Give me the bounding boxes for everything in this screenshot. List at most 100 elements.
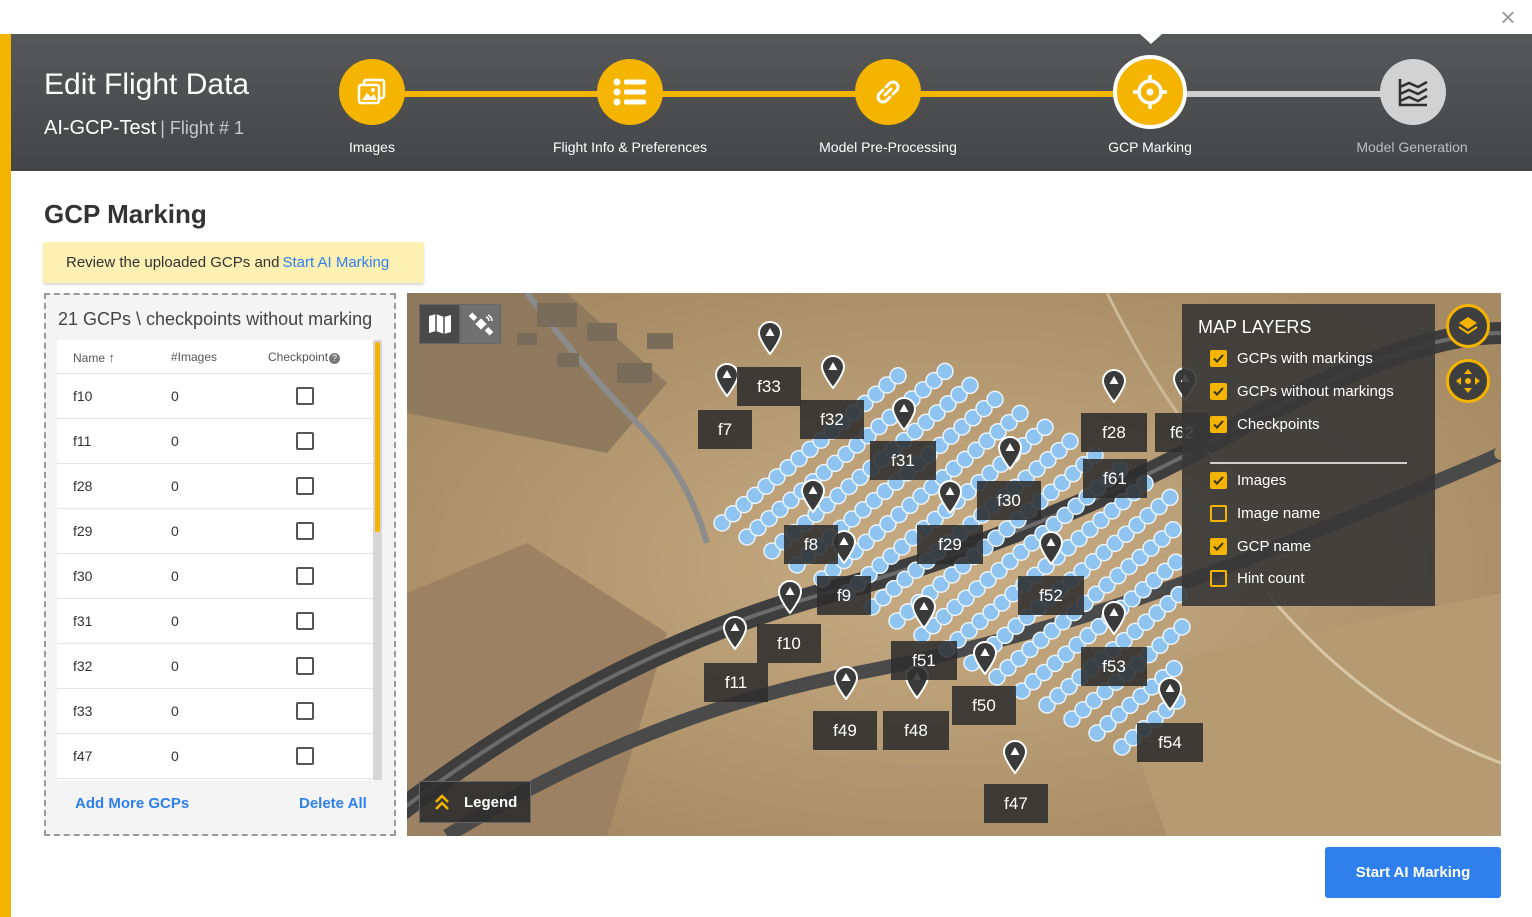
gcp-name-label[interactable]: f30: [977, 481, 1041, 520]
layer-checkbox[interactable]: [1210, 471, 1227, 489]
gcp-pin-icon[interactable]: [757, 321, 783, 356]
table-row[interactable]: f30 0: [57, 554, 373, 599]
layer-checkbox[interactable]: [1210, 349, 1227, 367]
layer-toggle[interactable]: Checkpoints: [1210, 414, 1320, 434]
gcp-name-label[interactable]: f29: [917, 525, 983, 564]
gcp-pin-icon[interactable]: [891, 397, 917, 432]
gcp-name-label[interactable]: f31: [870, 441, 936, 480]
image-marker[interactable]: [1036, 418, 1054, 437]
checkpoint-checkbox[interactable]: [296, 567, 314, 585]
gcp-name-label[interactable]: f48: [883, 711, 949, 750]
table-row[interactable]: f47 0: [57, 734, 373, 779]
layer-checkbox[interactable]: [1210, 569, 1227, 587]
gcp-name-label[interactable]: f9: [817, 576, 871, 615]
checkpoint-checkbox[interactable]: [296, 747, 314, 765]
gcp-name-label[interactable]: f33: [737, 367, 801, 406]
notice-start-ai-link[interactable]: Start AI Marking: [282, 254, 389, 271]
layer-toggle[interactable]: Images: [1210, 470, 1286, 490]
step-images[interactable]: [339, 59, 405, 125]
image-marker[interactable]: [986, 390, 1004, 409]
start-ai-marking-button[interactable]: Start AI Marking: [1325, 847, 1501, 898]
gcp-pin-icon[interactable]: [997, 436, 1023, 471]
layer-toggle[interactable]: Hint count: [1210, 568, 1305, 588]
delete-all-button[interactable]: Delete All: [299, 795, 367, 812]
layer-checkbox[interactable]: [1210, 504, 1227, 522]
layer-checkbox[interactable]: [1210, 537, 1227, 555]
gcp-name-label[interactable]: f53: [1081, 647, 1147, 686]
scrollbar-thumb[interactable]: [375, 342, 380, 532]
image-marker[interactable]: [1061, 432, 1079, 451]
layer-checkbox[interactable]: [1210, 382, 1227, 400]
checkpoint-checkbox[interactable]: [296, 612, 314, 630]
layer-toggle[interactable]: GCPs without markings: [1210, 381, 1394, 401]
gcp-name-label[interactable]: f10: [757, 624, 821, 663]
checkpoint-checkbox[interactable]: [296, 702, 314, 720]
gcp-pin-icon[interactable]: [777, 580, 803, 615]
recenter-button[interactable]: [1446, 359, 1490, 403]
gcp-name-label[interactable]: f52: [1018, 576, 1084, 615]
table-row[interactable]: f10 0: [57, 374, 373, 419]
layer-toggle[interactable]: GCP name: [1210, 536, 1311, 556]
table-row[interactable]: f33 0: [57, 689, 373, 734]
gcp-pin-icon[interactable]: [1002, 740, 1028, 775]
gcp-pin-icon[interactable]: [800, 479, 826, 514]
table-scrollbar[interactable]: [373, 340, 382, 780]
gcp-name-label[interactable]: f11: [704, 663, 768, 702]
image-marker[interactable]: [889, 367, 907, 385]
checkpoint-checkbox[interactable]: [296, 657, 314, 675]
table-row[interactable]: f29 0: [57, 509, 373, 554]
table-row[interactable]: f11 0: [57, 419, 373, 464]
close-icon[interactable]: ×: [1496, 4, 1520, 30]
map-view[interactable]: f33f7f32f31f28f62f61f30f8f29f9f52f10f51f…: [407, 293, 1501, 836]
image-marker[interactable]: [936, 362, 954, 381]
gcp-pin-icon[interactable]: [722, 616, 748, 651]
header: Edit Flight Data AI-GCP-Test | Flight # 1…: [11, 34, 1532, 171]
map-view-button[interactable]: [419, 304, 460, 344]
gcp-name-label[interactable]: f61: [1083, 459, 1147, 498]
layers-toggle-button[interactable]: [1446, 304, 1490, 348]
gcp-name-label[interactable]: f7: [698, 410, 752, 449]
gcp-name-label[interactable]: f47: [984, 784, 1048, 823]
image-marker[interactable]: [1164, 521, 1182, 539]
satellite-view-button[interactable]: [460, 304, 501, 344]
table-row[interactable]: f28 0: [57, 464, 373, 509]
step-gcp-marking[interactable]: [1113, 55, 1187, 129]
add-more-gcps-button[interactable]: Add More GCPs: [75, 795, 189, 812]
gcp-name-label[interactable]: f8: [784, 525, 838, 564]
image-marker[interactable]: [1173, 618, 1191, 636]
gcp-name-label[interactable]: f50: [952, 686, 1016, 725]
step-flight-info[interactable]: [597, 59, 663, 125]
checkpoint-checkbox[interactable]: [296, 432, 314, 450]
gcp-pin-icon[interactable]: [833, 666, 859, 701]
layer-toggle[interactable]: Image name: [1210, 503, 1320, 523]
gcp-pin-icon[interactable]: [911, 595, 937, 630]
gcp-pin-icon[interactable]: [1038, 531, 1064, 566]
layer-checkbox[interactable]: [1210, 415, 1227, 433]
step-model-preprocessing[interactable]: [855, 59, 921, 125]
image-marker[interactable]: [1011, 404, 1029, 423]
gcp-name-label[interactable]: f32: [800, 400, 864, 439]
gcp-name-label[interactable]: f28: [1081, 413, 1147, 452]
image-marker[interactable]: [1161, 488, 1179, 507]
layer-toggle[interactable]: GCPs with markings: [1210, 348, 1373, 368]
gcp-pin-icon[interactable]: [972, 641, 998, 676]
gcp-pin-icon[interactable]: [820, 355, 846, 390]
legend-button[interactable]: Legend: [419, 781, 531, 823]
image-marker[interactable]: [1165, 659, 1183, 678]
step-model-generation[interactable]: [1380, 59, 1446, 125]
image-marker[interactable]: [961, 376, 979, 395]
checkpoint-checkbox[interactable]: [296, 477, 314, 495]
help-icon[interactable]: ?: [329, 353, 341, 364]
gcp-name-label[interactable]: f54: [1137, 723, 1203, 762]
gcp-pin-icon[interactable]: [937, 480, 963, 515]
checkpoint-checkbox[interactable]: [296, 522, 314, 540]
gcp-pin-icon[interactable]: [1101, 601, 1127, 636]
table-row[interactable]: f31 0: [57, 599, 373, 644]
column-header-name[interactable]: Name ↑: [73, 350, 115, 365]
gcp-pin-icon[interactable]: [1101, 369, 1127, 404]
table-row[interactable]: f32 0: [57, 644, 373, 689]
gcp-name-label[interactable]: f51: [891, 641, 957, 680]
gcp-name-label[interactable]: f49: [813, 711, 877, 750]
gcp-pin-icon[interactable]: [1157, 677, 1183, 712]
checkpoint-checkbox[interactable]: [296, 387, 314, 405]
